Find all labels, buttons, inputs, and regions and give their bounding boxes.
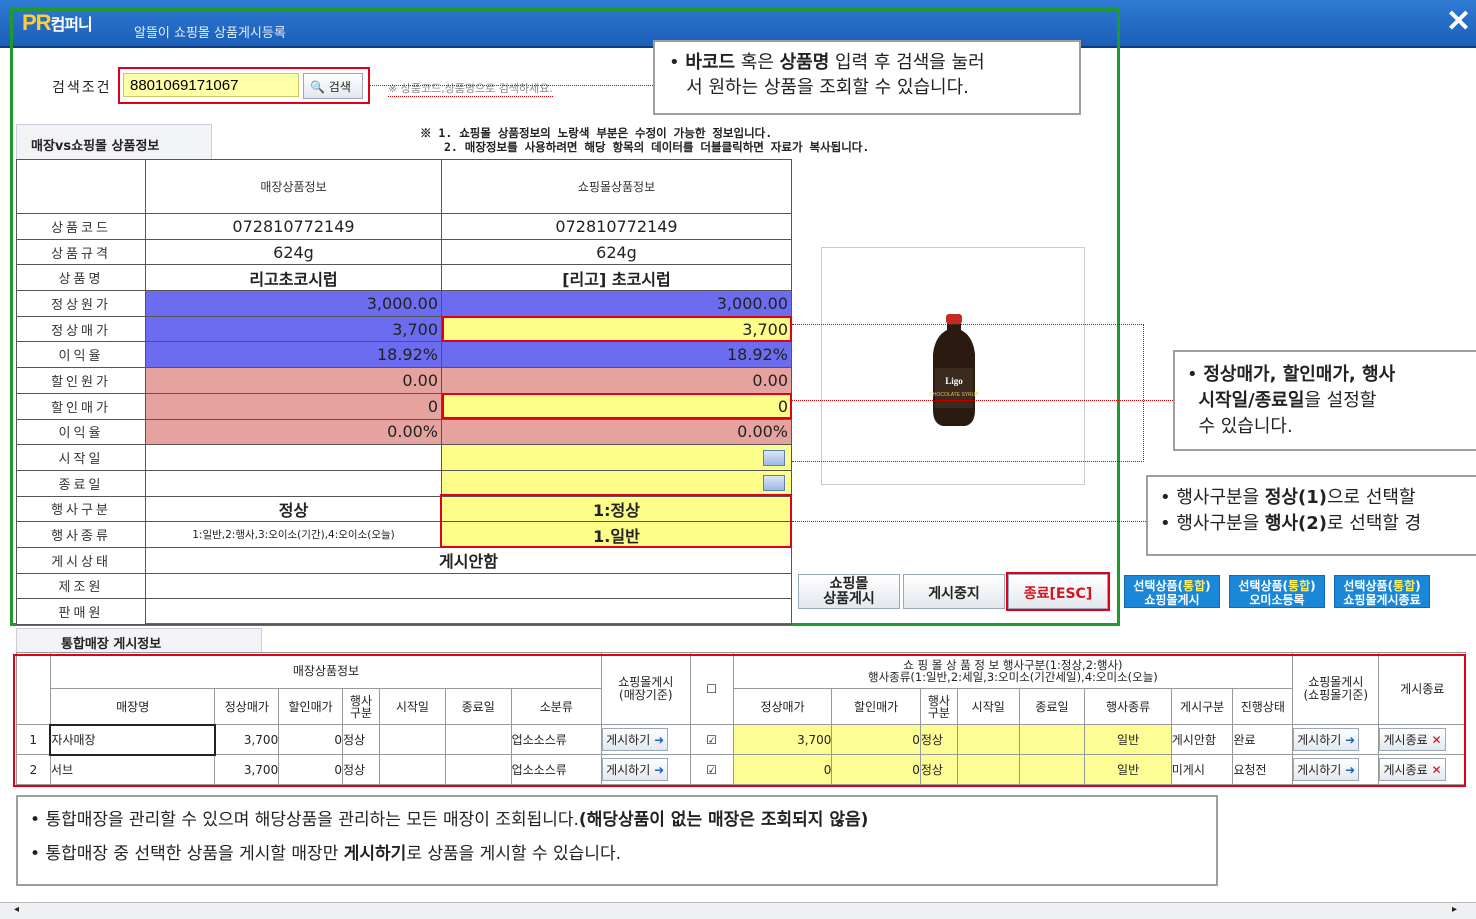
bulk-omiso-register-button[interactable]: 선택상품(통합) 오미소등록 [1229, 575, 1325, 608]
row-label: 행사종류 [16, 521, 146, 548]
post-status: 게시안함 [145, 546, 792, 574]
calendar-icon[interactable] [763, 449, 785, 466]
mall-price-input[interactable]: 3,700 [441, 315, 792, 343]
row-label: 할인원가 [16, 367, 146, 394]
event-highlight [440, 494, 792, 548]
mall-post-button[interactable]: 쇼핑몰 상품게시 [798, 574, 900, 609]
search-icon: 🔍 [310, 80, 325, 94]
connector-line [792, 324, 1144, 325]
row-label: 이익율 [16, 341, 146, 369]
event-type-callout: • 행사구분을 정상(1)으로 선택할 • 행사구분을 행사(2)로 선택할 경 [1146, 475, 1476, 556]
right-arrow-icon[interactable]: ▸ [1452, 904, 1457, 915]
connector-line [1143, 324, 1144, 462]
row-label: 행사구분 [16, 495, 146, 523]
connector-line [792, 461, 1144, 462]
left-arrow-icon[interactable]: ◂ [14, 904, 19, 915]
start-date-input[interactable] [441, 444, 792, 471]
row-label: 제조원 [16, 572, 146, 600]
connector-line [370, 85, 653, 86]
row-label: 상품명 [16, 264, 146, 292]
barcode-callout: • 바코드 혹은 상품명 입력 후 검색을 눌러 서 원하는 상품을 조회할 수… [653, 40, 1081, 115]
mall-discount-input[interactable]: 0 [441, 392, 792, 420]
row-label: 판매원 [16, 598, 146, 625]
row-label: 상품규격 [16, 238, 146, 266]
exit-button[interactable]: 종료[ESC] [1006, 572, 1110, 611]
compare-table: 매장상품정보 쇼핑몰상품정보 상품코드 072810772149 072810772… [16, 159, 792, 625]
stop-post-button[interactable]: 게시중지 [903, 574, 1005, 609]
end-date-input[interactable] [441, 469, 792, 497]
head-mall: 쇼핑몰상품정보 [441, 159, 792, 214]
price-date-callout: • 정상매가, 할인매가, 행사 시작일/종료일을 설정할 수 있습니다. [1173, 350, 1476, 451]
head-store: 매장상품정보 [145, 159, 442, 214]
row-label: 시작일 [16, 444, 146, 471]
integrated-store-callout: • 통합매장을 관리할 수 있으며 해당상품을 관리하는 모든 매장이 조회됩니… [16, 795, 1218, 886]
search-condition-label: 검색조건 [52, 80, 112, 96]
horizontal-scrollbar[interactable] [0, 902, 1476, 919]
connector-line [792, 400, 1173, 401]
tab-store-vs-mall[interactable]: 매장vs쇼핑몰 상품정보 [16, 124, 212, 159]
search-button[interactable]: 🔍 검색 [303, 73, 363, 99]
row-label: 상품코드 [16, 213, 146, 240]
row-label: 정상원가 [16, 290, 146, 317]
row-label: 종료일 [16, 469, 146, 497]
row-label: 게시상태 [16, 546, 146, 574]
syrup-bottle-image: Ligo CHOCOLATE SYRUP [929, 314, 979, 426]
bulk-mall-end-button[interactable]: 선택상품(통합) 쇼핑몰게시종료 [1334, 575, 1430, 608]
row-label: 이익율 [16, 418, 146, 446]
connector-line [792, 521, 1146, 522]
row-label: 정상매가 [16, 315, 146, 343]
bulk-mall-post-button[interactable]: 선택상품(통합) 쇼핑몰게시 [1124, 575, 1220, 608]
edit-notes: ※ 1. 쇼핑몰 상품정보의 노랑색 부분은 수정이 가능한 정보입니다. 2.… [420, 126, 870, 154]
barcode-input[interactable] [123, 73, 299, 97]
close-icon[interactable]: ✕ [1446, 4, 1471, 39]
product-image: Ligo CHOCOLATE SYRUP [821, 247, 1085, 485]
section-integrated-store: 통합매장 게시정보 [16, 628, 262, 652]
search-hint: ※ 상품코드,상품명으로 검색하세요. [388, 82, 553, 97]
svg-text:CHOCOLATE SYRUP: CHOCOLATE SYRUP [929, 392, 979, 398]
row-label: 할인매가 [16, 392, 146, 420]
grid-highlight [13, 654, 1466, 787]
svg-text:Ligo: Ligo [945, 376, 963, 386]
calendar-icon[interactable] [763, 475, 785, 492]
